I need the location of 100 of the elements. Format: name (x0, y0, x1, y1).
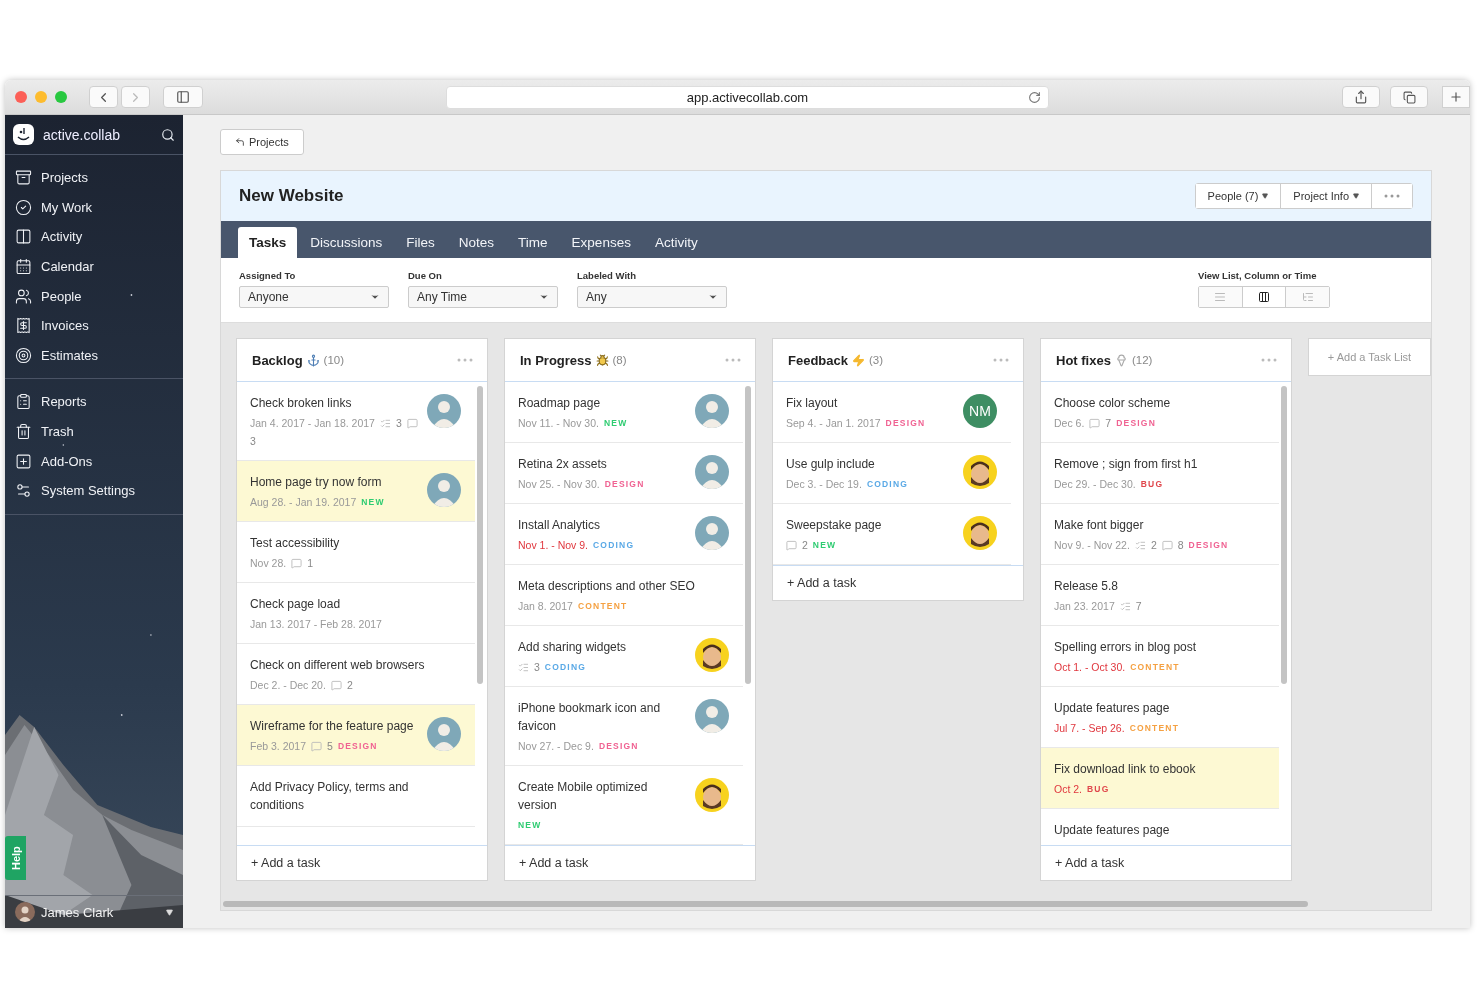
filter-label: Labeled With (577, 270, 638, 281)
tab[interactable]: Files (395, 227, 446, 258)
dropdown-caret-icon[interactable] (166, 908, 173, 916)
due-date: Nov 11. - Nov 30. (518, 416, 599, 430)
projects-back-button[interactable]: Projects (220, 129, 304, 155)
avatar (695, 778, 729, 812)
tab[interactable]: Expenses (560, 227, 642, 258)
due-date: Dec 2. - Dec 20. (250, 678, 326, 692)
task-title: Install Analytics (518, 517, 602, 534)
nav-item[interactable]: Projects (5, 163, 183, 193)
due-date: Nov 9. - Nov 22. (1054, 538, 1130, 552)
task-label: BUG (1140, 478, 1164, 491)
close-window-icon[interactable] (15, 91, 27, 103)
minimize-window-icon[interactable] (35, 91, 47, 103)
add-square-icon (15, 452, 32, 470)
scrollbar[interactable] (477, 386, 483, 684)
task-card[interactable]: Fix download link to ebook Oct 2. BUG (1041, 748, 1279, 809)
plus-icon (1449, 90, 1463, 104)
scrollbar[interactable] (223, 901, 1308, 907)
nav-item[interactable]: Reports (5, 387, 183, 417)
tab[interactable]: Activity (643, 227, 709, 258)
due-date: Nov 27. - Dec 9. (518, 739, 594, 753)
checklist-icon (1134, 539, 1146, 551)
maximize-window-icon[interactable] (55, 91, 67, 103)
nav-item[interactable]: My Work (5, 192, 183, 223)
task-label: DESIGN (604, 478, 645, 491)
settings-icon (15, 482, 32, 500)
forward-button[interactable] (121, 86, 150, 108)
tab[interactable]: Tasks (238, 227, 298, 258)
due-date: Oct 2. (1054, 782, 1082, 796)
task-label: DESIGN (1116, 417, 1156, 430)
task-label: DESIGN (337, 740, 378, 753)
receipt-icon (15, 317, 32, 335)
tabs-button[interactable] (1390, 86, 1428, 108)
archive-icon (15, 169, 32, 187)
view-switch-label: View List, Column or Time (1198, 270, 1318, 281)
tab[interactable]: Time (507, 227, 559, 258)
address-bar[interactable]: app.activecollab.com (446, 85, 1049, 109)
nav-item[interactable]: Estimates (5, 340, 183, 371)
scrollbar[interactable] (745, 386, 751, 684)
comment-icon (1089, 417, 1101, 429)
task-card[interactable]: Home page try now form Aug 28. - Jan 19. 2017 NEW (237, 461, 475, 522)
nav-item[interactable]: System Settings (5, 475, 183, 506)
lightning-icon (852, 353, 865, 367)
view-toggle-button[interactable] (1199, 287, 1243, 307)
tab[interactable]: Notes (447, 227, 506, 258)
dropdown-button[interactable]: People (7) (1195, 184, 1282, 208)
task-title: Remove ; sign from first h1 (1054, 456, 1199, 473)
due-date: Jan 23. 2017 (1054, 599, 1115, 613)
comment-count: 2 (802, 538, 808, 552)
task-card[interactable]: Wireframe for the feature page Feb 3. 2017 5 DESIGN (237, 705, 475, 766)
avatar: NM (963, 394, 997, 428)
view-switch[interactable] (1198, 286, 1330, 308)
filter-dropdown[interactable]: Any (577, 286, 727, 308)
reload-icon[interactable] (1028, 90, 1041, 104)
more-button[interactable] (993, 358, 1009, 362)
task-count: (12) (1131, 354, 1154, 366)
more-icon (1384, 194, 1400, 198)
filter-dropdown[interactable]: Anyone (239, 286, 389, 308)
scrollbar[interactable] (1281, 386, 1287, 684)
more-button[interactable] (1261, 358, 1277, 362)
more-button[interactable] (725, 358, 741, 362)
task-count: (3) (869, 354, 885, 366)
back-button[interactable] (89, 86, 118, 108)
task-title: Check page load (250, 596, 342, 613)
task-title: Make font bigger (1054, 517, 1145, 534)
nav-item[interactable]: Trash (5, 416, 183, 447)
nav-item[interactable]: Activity (5, 222, 183, 252)
comment-icon (786, 539, 797, 551)
task-label: DESIGN (885, 417, 926, 430)
bug-icon (595, 353, 609, 367)
avatar (427, 717, 461, 751)
checklist-icon (518, 661, 529, 673)
view-toggle-button[interactable] (1286, 287, 1329, 307)
task-title: Sweepstake page (786, 517, 883, 534)
share-button[interactable] (1342, 86, 1380, 108)
due-date: Nov 25. - Nov 30. (518, 477, 600, 491)
tab[interactable]: Discussions (299, 227, 394, 258)
nav-item[interactable]: Calendar (5, 251, 183, 282)
clipboard-icon (15, 393, 32, 411)
columns-icon (15, 228, 32, 246)
nav-item[interactable]: People (5, 281, 183, 311)
calendar-icon (15, 258, 32, 276)
project-title: New Website (239, 186, 345, 206)
task-title: Use gulp include (786, 456, 876, 473)
task-label: CODING (544, 661, 587, 674)
more-button[interactable] (457, 358, 473, 362)
caret-icon (1353, 193, 1359, 199)
check-circle-icon (15, 198, 32, 216)
new-tab-button[interactable] (1442, 86, 1470, 108)
due-date: Nov 28. (250, 556, 287, 570)
nav-item[interactable]: Add-Ons (5, 446, 183, 476)
nav-item[interactable]: Invoices (5, 310, 183, 341)
checklist-count: 2 (1150, 538, 1157, 552)
filter-dropdown[interactable]: Any Time (408, 286, 558, 308)
search-icon[interactable] (161, 127, 175, 142)
sidebar-toggle-button[interactable] (163, 86, 203, 108)
checklist-count: 7 (1135, 599, 1142, 613)
task-title: Check broken links (250, 395, 353, 412)
task-title: Wireframe for the feature page (250, 718, 415, 735)
